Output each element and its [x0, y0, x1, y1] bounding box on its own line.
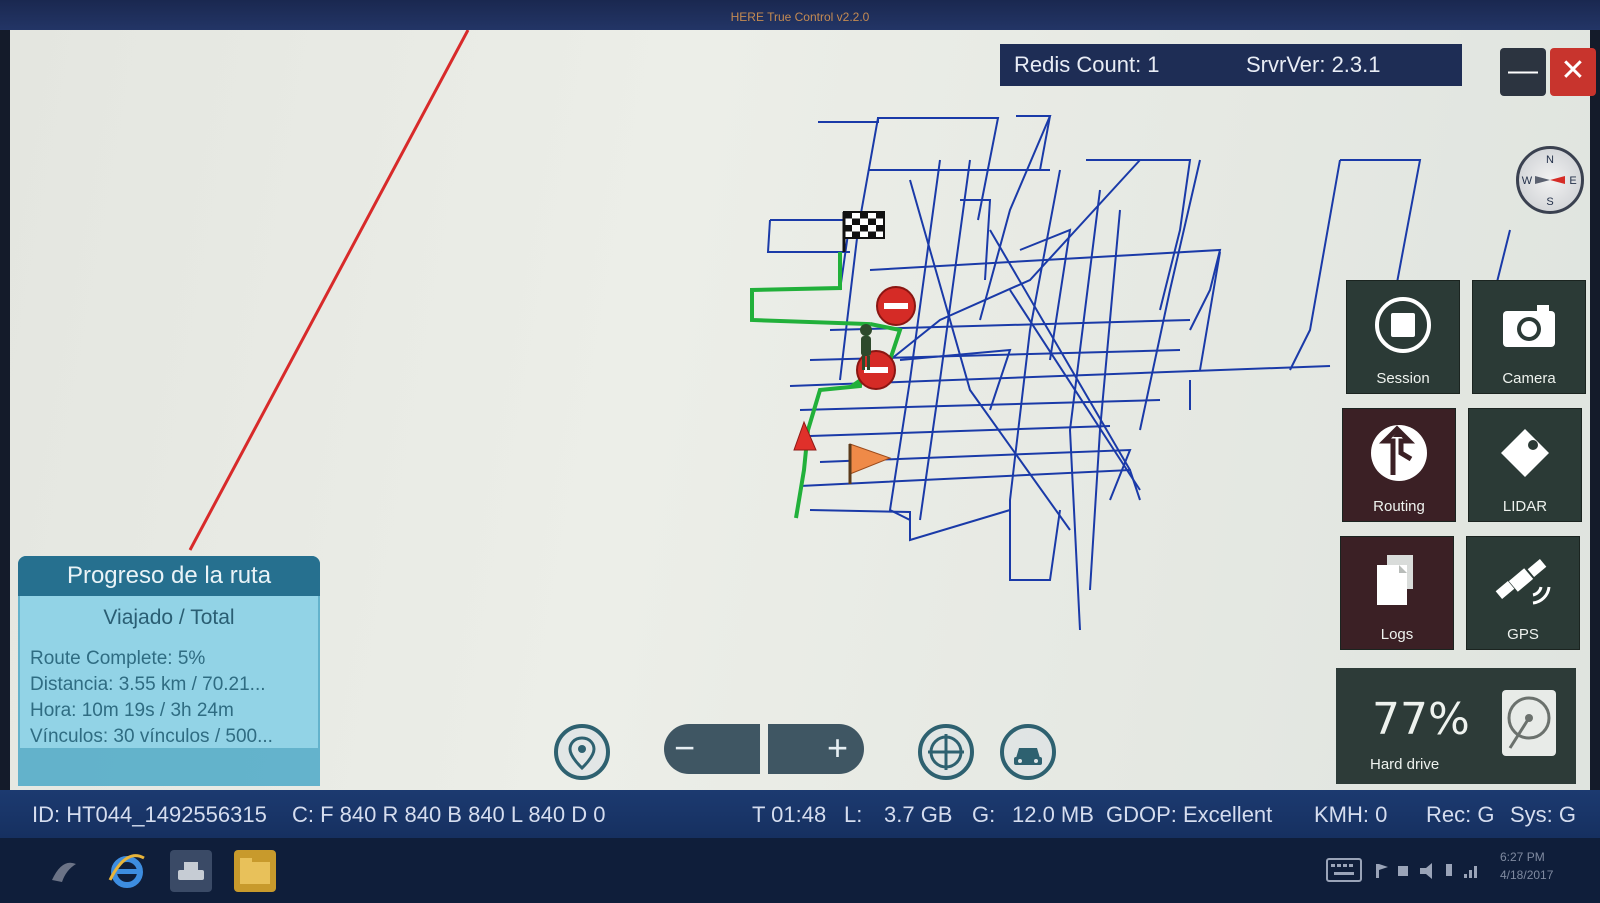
gps-label: GPS: [1507, 626, 1539, 643]
keyboard-icon: [1326, 858, 1362, 882]
logs-icon: [1377, 555, 1413, 605]
no-entry-icon: [876, 286, 916, 326]
boundary-line: [188, 30, 470, 551]
zoom-out-button[interactable]: −: [664, 724, 760, 774]
location-button[interactable]: [554, 724, 610, 780]
start-logo-icon: [52, 862, 76, 882]
internet-explorer-icon: [108, 854, 145, 888]
system-tray[interactable]: [1374, 858, 1484, 882]
minimize-icon: —: [1508, 54, 1538, 87]
clock-time[interactable]: 6:27 PM: [1500, 850, 1545, 864]
window-title-bar: HERE True Control v2.2.0: [0, 0, 1600, 30]
compass-east: E: [1569, 175, 1576, 187]
finish-flag-icon: [842, 211, 885, 252]
hard-drive-tile[interactable]: 77% Hard drive: [1336, 668, 1576, 784]
crosshair-icon: [928, 734, 964, 770]
routing-tile[interactable]: Routing: [1342, 408, 1456, 522]
zoom-in-label: +: [826, 727, 848, 768]
logs-label: Logs: [1380, 626, 1414, 643]
vehicle-app-icon: [178, 862, 204, 880]
status-gdop: GDOP: Excellent: [1106, 802, 1273, 827]
keyboard-button[interactable]: [1326, 858, 1362, 882]
zoom-in-button[interactable]: +: [768, 724, 864, 774]
route-time: Hora: 10m 19s / 3h 24m: [30, 700, 234, 721]
status-id: ID: HT044_1492556315: [32, 802, 267, 827]
hard-drive-label: Hard drive: [1370, 756, 1440, 773]
status-counts: C: F 840 R 840 B 840 L 840 D 0: [292, 802, 606, 827]
logs-tile[interactable]: Logs: [1340, 536, 1454, 650]
session-label: Session: [1376, 370, 1430, 387]
route-progress-panel: Progreso de la ruta Viajado / Total Rout…: [18, 556, 320, 786]
hard-drive-percent: 77%: [1372, 694, 1470, 745]
status-bar: ID: HT044_1492556315 C: F 840 R 840 B 84…: [0, 790, 1600, 838]
tray-icons: [1376, 863, 1477, 879]
lidar-icon: [1501, 429, 1549, 477]
taskbar-file-explorer[interactable]: [234, 850, 276, 892]
route-progress-title: Progreso de la ruta: [18, 556, 320, 596]
status-rec: Rec: G: [1426, 802, 1495, 827]
routing-icon: [1371, 425, 1427, 481]
routing-label: Routing: [1373, 498, 1425, 515]
session-tile[interactable]: Session: [1346, 280, 1460, 394]
gps-satellite-icon: [1495, 559, 1551, 605]
car-follow-icon: [1014, 748, 1042, 765]
camera-icon: [1503, 305, 1555, 347]
compass-north: N: [1546, 154, 1554, 166]
route-progress-subtitle: Viajado / Total: [103, 606, 235, 629]
hard-drive-icon: [1502, 690, 1556, 756]
window-title: HERE True Control v2.2.0: [730, 10, 870, 24]
server-version: SrvrVer: 2.3.1: [1246, 52, 1381, 77]
follow-vehicle-button[interactable]: [1000, 724, 1056, 780]
status-speed: KMH: 0: [1314, 802, 1388, 827]
location-pin-icon: [568, 736, 596, 771]
compass-south: S: [1546, 196, 1553, 208]
compass-west: W: [1522, 175, 1533, 187]
clock-date[interactable]: 4/18/2017: [1500, 868, 1553, 882]
taskbar: 6:27 PM 4/18/2017: [0, 838, 1600, 903]
camera-tile[interactable]: Camera: [1472, 280, 1586, 394]
status-gps-value: 12.0 MB: [1012, 802, 1094, 827]
taskbar-truecontrol-app[interactable]: [170, 850, 212, 892]
gps-tile[interactable]: GPS: [1466, 536, 1580, 650]
server-status-panel: Redis Count: 1 SrvrVer: 2.3.1: [1000, 44, 1462, 86]
close-button[interactable]: ✕: [1550, 48, 1596, 96]
lidar-label: LIDAR: [1502, 498, 1548, 515]
status-local-label: L:: [844, 802, 863, 827]
route-links: Vínculos: 30 vínculos / 500...: [30, 726, 273, 747]
minimize-button[interactable]: —: [1500, 48, 1546, 96]
redis-count: Redis Count: 1: [1014, 52, 1160, 77]
status-local-value: 3.7 GB: [884, 802, 953, 827]
route-distance: Distancia: 3.55 km / 70.21...: [30, 674, 266, 695]
lidar-tile[interactable]: LIDAR: [1468, 408, 1582, 522]
zoom-out-label: −: [674, 727, 696, 768]
folder-icon: [240, 858, 270, 884]
status-time: T 01:48: [752, 802, 827, 827]
route-progress-body: Viajado / Total Route Complete: 5% Dista…: [20, 596, 318, 748]
stop-session-icon: [1375, 297, 1431, 353]
center-map-button[interactable]: [918, 724, 974, 780]
status-sys: Sys: G: [1510, 802, 1577, 827]
taskbar-internet-explorer[interactable]: [106, 850, 148, 892]
compass-icon: N S E W: [1522, 154, 1577, 208]
start-flag-icon: [848, 443, 892, 484]
camera-label: Camera: [1502, 370, 1556, 387]
status-gps-label: G:: [972, 802, 996, 827]
close-icon: ✕: [1560, 54, 1586, 87]
compass-button[interactable]: N S E W: [1516, 146, 1584, 214]
start-button[interactable]: [42, 850, 84, 892]
route-complete: Route Complete: 5%: [30, 648, 206, 669]
